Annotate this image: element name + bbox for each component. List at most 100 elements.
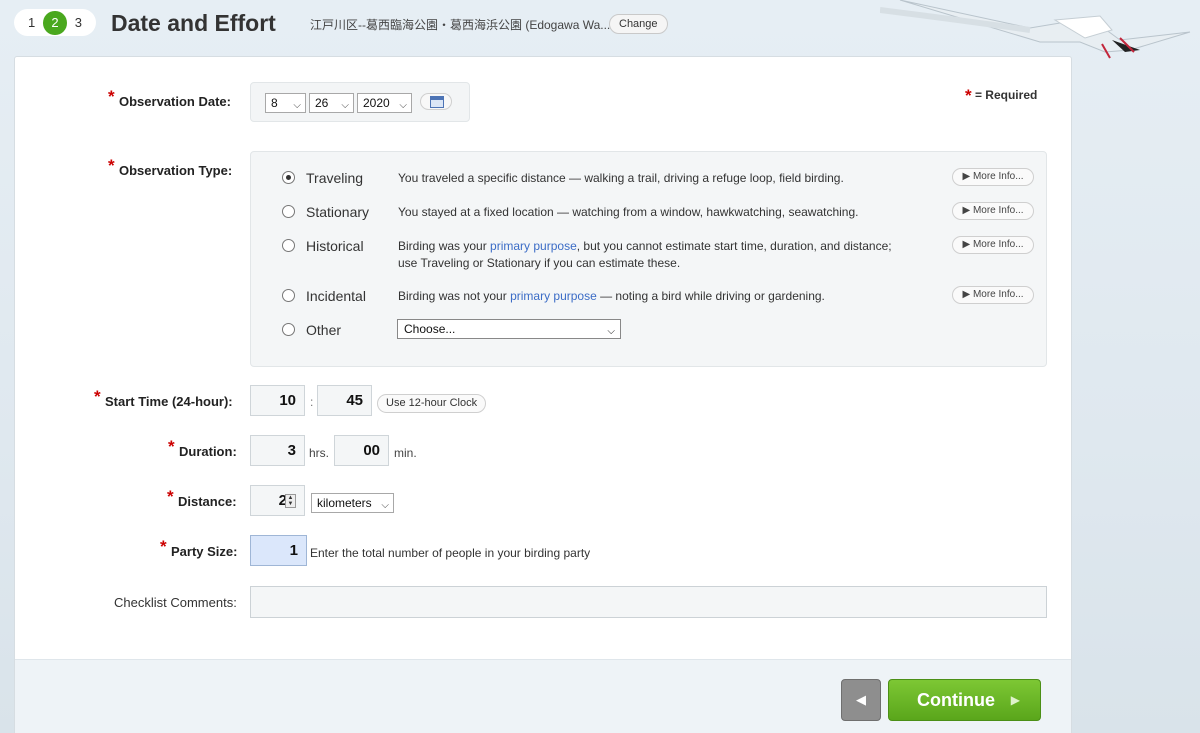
chevron-down-icon: ⌵ <box>399 100 407 111</box>
observation-type-group: Traveling You traveled a specific distan… <box>250 151 1047 367</box>
desc-text: use Traveling or Stationary if you can e… <box>398 256 681 270</box>
month-select[interactable]: 8 ⌵ <box>265 93 306 113</box>
chevron-down-icon: ⌵ <box>381 500 389 511</box>
play-icon: ▶ <box>962 289 971 300</box>
day-select[interactable]: 26 ⌵ <box>309 93 354 113</box>
step-1[interactable]: 1 <box>20 11 43 35</box>
duration-minutes-input[interactable]: 00 <box>334 435 389 466</box>
other-type-value: Choose... <box>404 322 456 336</box>
distance-unit-select[interactable]: kilometers ⌵ <box>311 493 394 513</box>
chevron-down-icon: ⌵ <box>607 326 615 337</box>
distance-input[interactable]: 2 ▲ ▼ <box>250 485 305 516</box>
more-info-button[interactable]: ▶ More Info... <box>952 236 1034 254</box>
type-name: Incidental <box>306 288 366 304</box>
chevron-down-icon: ⌵ <box>293 100 301 111</box>
required-legend-text: = Required <box>974 88 1038 102</box>
desc-text: , but you cannot estimate start time, du… <box>576 239 892 253</box>
radio-historical[interactable] <box>282 239 295 252</box>
more-info-button[interactable]: ▶ More Info... <box>952 286 1034 304</box>
desc-text: — noting a bird while driving or gardeni… <box>596 289 825 303</box>
month-value: 8 <box>271 96 278 110</box>
required-star-icon: * <box>108 87 115 106</box>
required-legend: * = Required <box>965 84 1038 105</box>
required-star-icon: * <box>108 156 115 175</box>
play-icon: ▶ <box>962 239 971 250</box>
start-time-label: * Start Time (24-hour): <box>94 387 233 409</box>
primary-purpose-link[interactable]: primary purpose <box>490 239 577 253</box>
party-size-hint: Enter the total number of people in your… <box>310 546 591 560</box>
day-value: 26 <box>315 96 329 110</box>
start-hour-input[interactable]: 10 <box>250 385 305 416</box>
duration-label: * Duration: <box>168 437 237 459</box>
step-3[interactable]: 3 <box>67 11 90 35</box>
date-effort-form: * = Required * Observation Date: 8 ⌵ 26 ⌵ … <box>14 56 1072 733</box>
observation-date-label-text: Observation Date: <box>119 94 231 109</box>
start-time-label-text: Start Time (24-hour): <box>105 394 233 409</box>
continue-button[interactable]: Continue ▶ <box>888 679 1041 721</box>
start-minute-input[interactable]: 45 <box>317 385 372 416</box>
more-info-label: More Info... <box>972 205 1024 216</box>
year-value: 2020 <box>363 96 390 110</box>
step-2-active: 2 <box>43 10 67 35</box>
type-description: You traveled a specific distance — walki… <box>398 171 844 185</box>
calendar-button[interactable] <box>420 93 452 110</box>
stepper-icon[interactable]: ▲ ▼ <box>285 494 296 508</box>
distance-label: * Distance: <box>167 487 237 509</box>
observation-type-label-text: Observation Type: <box>119 163 233 178</box>
duration-hours-input[interactable]: 3 <box>250 435 305 466</box>
checklist-comments-input[interactable] <box>250 586 1047 618</box>
more-info-button[interactable]: ▶ More Info... <box>952 168 1034 186</box>
date-picker-group: 8 ⌵ 26 ⌵ 2020 ⌵ <box>250 82 470 122</box>
more-info-label: More Info... <box>972 239 1024 250</box>
hours-unit: hrs. <box>309 446 330 460</box>
distance-unit-value: kilometers <box>317 496 372 510</box>
type-description: You stayed at a fixed location — watchin… <box>398 205 859 219</box>
party-size-label: * Party Size: <box>160 537 238 559</box>
back-arrow-icon: ◀ <box>856 692 866 707</box>
checklist-comments-label: Checklist Comments: <box>114 595 237 610</box>
type-description: Birding was not your primary purpose — n… <box>398 288 938 305</box>
desc-text: Birding was not your <box>398 289 511 303</box>
other-type-select[interactable]: Choose... ⌵ <box>397 319 621 339</box>
radio-incidental[interactable] <box>282 289 295 302</box>
year-select[interactable]: 2020 ⌵ <box>357 93 412 113</box>
distance-label-text: Distance: <box>178 494 237 509</box>
forward-arrow-icon: ▶ <box>1010 693 1020 707</box>
more-info-label: More Info... <box>972 289 1024 300</box>
continue-label: Continue <box>917 690 995 710</box>
desc-text: Birding was your <box>398 239 491 253</box>
required-star-icon: * <box>168 437 175 456</box>
radio-traveling[interactable] <box>282 171 295 184</box>
play-icon: ▶ <box>962 171 971 182</box>
location-name: 江戸川区--葛西臨海公園・葛西海浜公園 (Edogawa Wa... <box>310 18 611 32</box>
page-title: Date and Effort <box>111 10 276 36</box>
duration-label-text: Duration: <box>179 444 237 459</box>
type-name: Stationary <box>306 204 370 220</box>
radio-other[interactable] <box>282 323 295 336</box>
required-star-icon: * <box>160 537 167 556</box>
party-size-input[interactable]: 1 <box>250 535 307 566</box>
required-star-icon: * <box>94 387 101 406</box>
calendar-icon <box>430 96 444 108</box>
radio-stationary[interactable] <box>282 205 295 218</box>
type-name: Historical <box>306 238 364 254</box>
party-size-label-text: Party Size: <box>171 544 238 559</box>
required-star-icon: * <box>965 86 972 105</box>
change-location-button[interactable]: Change <box>609 14 668 34</box>
chevron-down-icon: ⌵ <box>341 100 349 111</box>
minutes-unit: min. <box>394 446 417 460</box>
more-info-button[interactable]: ▶ More Info... <box>952 202 1034 220</box>
tern-bird-image <box>880 0 1191 59</box>
primary-purpose-link[interactable]: primary purpose <box>510 289 597 303</box>
play-icon: ▶ <box>962 205 971 216</box>
use-12-hour-clock-button[interactable]: Use 12-hour Clock <box>377 394 487 413</box>
type-description: Birding was your primary purpose, but yo… <box>398 238 938 272</box>
observation-date-label: * Observation Date: <box>108 87 231 109</box>
time-separator: : <box>310 395 314 409</box>
required-star-icon: * <box>167 487 174 506</box>
type-name: Traveling <box>306 170 364 186</box>
type-name: Other <box>306 322 342 338</box>
more-info-label: More Info... <box>972 171 1024 182</box>
observation-type-label: * Observation Type: <box>108 156 233 178</box>
back-button[interactable]: ◀ <box>841 679 881 721</box>
